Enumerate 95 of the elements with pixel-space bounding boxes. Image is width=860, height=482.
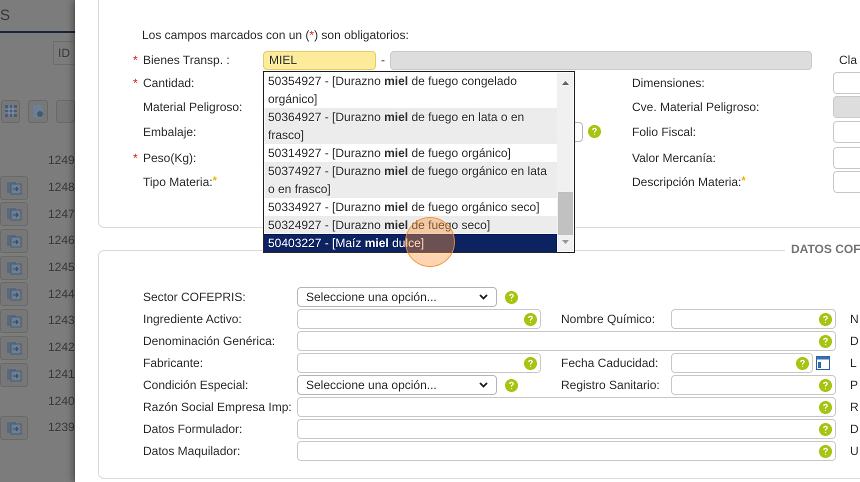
input-field[interactable] <box>671 353 813 373</box>
field-label: L <box>850 356 858 370</box>
help-icon[interactable] <box>524 357 537 370</box>
field-label: Valor Mercanía: <box>632 151 717 165</box>
required-mark: * <box>741 175 746 187</box>
copy-icon[interactable] <box>0 282 28 306</box>
input-field[interactable] <box>671 309 836 329</box>
field-label: Fecha Caducidad: <box>561 356 660 370</box>
row-id: 1242 <box>48 340 75 354</box>
row-id: 1239 <box>48 420 75 434</box>
caret-icon <box>479 294 488 300</box>
toolbar-button[interactable] <box>56 100 75 122</box>
field-label: Cantidad: <box>143 76 196 90</box>
calendar-icon[interactable] <box>816 356 830 370</box>
field-label: Cla <box>838 53 858 67</box>
copy-icon[interactable] <box>0 229 28 254</box>
column-header: ID <box>53 41 74 65</box>
field-label: Peso(Kg): <box>143 151 198 165</box>
field-label: Sector COFEPRIS: <box>143 290 247 304</box>
row-id: 1247 <box>48 206 75 221</box>
field-label: Datos Maquilador: <box>143 444 242 458</box>
calculator-icon[interactable] <box>1 100 20 122</box>
input-field[interactable] <box>297 441 836 461</box>
row-id: 1243 <box>48 313 75 328</box>
help-icon[interactable] <box>505 290 518 304</box>
input-field[interactable] <box>297 331 836 351</box>
copy-icon[interactable] <box>0 309 28 334</box>
field-label: N <box>850 312 860 326</box>
section-heading: DATOS COF <box>785 242 860 256</box>
copy-icon[interactable] <box>0 362 28 386</box>
field-label: D <box>850 334 860 348</box>
field-label: Nombre Químico: <box>561 312 656 326</box>
copy-icon[interactable] <box>0 256 28 280</box>
required-mark: * <box>133 151 139 165</box>
field-label: P <box>850 378 860 392</box>
suggestion-list[interactable] <box>263 71 575 253</box>
required-mark: * <box>133 76 139 90</box>
row-id: 1241 <box>48 366 75 381</box>
help-icon[interactable] <box>819 313 832 326</box>
help-icon[interactable] <box>505 378 518 392</box>
field-label: Dimensiones: <box>632 76 706 90</box>
field-label: Bienes Transp. : <box>143 53 231 67</box>
help-icon[interactable] <box>819 335 832 348</box>
field-label: Datos Formulador: <box>143 422 244 436</box>
field-label: Fabricante: <box>143 356 204 370</box>
row-id: 1249 <box>48 153 75 168</box>
field-label: Ingrediente Activo: <box>143 312 243 326</box>
field-label: R <box>850 400 860 414</box>
suggestion-item[interactable]: 50334927 - [Durazno miel de fuego orgánico seco] <box>264 198 557 216</box>
document-icon[interactable] <box>28 100 48 122</box>
required-note: Los campos marcados con un (*) son obligatorios: <box>142 28 410 44</box>
input-field[interactable] <box>297 309 541 329</box>
copy-icon[interactable] <box>0 416 28 440</box>
help-icon[interactable] <box>819 401 832 414</box>
input-field[interactable] <box>671 375 836 395</box>
copy-icon[interactable] <box>0 176 28 200</box>
input-field[interactable] <box>297 397 836 417</box>
select-field[interactable] <box>575 122 583 142</box>
field-label: U <box>850 444 860 458</box>
field-label: Condición Especial: <box>143 378 250 392</box>
page-title: S <box>0 7 10 24</box>
goods-input[interactable]: MIEL <box>263 50 376 70</box>
separator: - <box>381 53 385 67</box>
help-icon[interactable] <box>524 313 537 326</box>
suggestion-item[interactable]: 50314927 - [Durazno miel de fuego orgánico] <box>264 144 557 162</box>
field-label: Embalaje: <box>143 124 198 138</box>
field-label: Cve. Material Peligroso: <box>632 100 760 114</box>
row-id: 1245 <box>48 260 75 274</box>
caret-icon <box>479 382 488 388</box>
required-mark: * <box>133 53 139 67</box>
scrollbar[interactable] <box>557 72 574 252</box>
input-field[interactable] <box>297 419 836 439</box>
field-label: D <box>850 422 860 436</box>
select-field[interactable]: Seleccione una opción... <box>297 375 497 395</box>
field-label: Registro Sanitario: <box>561 378 661 392</box>
field-label: Razón Social Empresa Imp: <box>143 400 293 414</box>
help-icon[interactable] <box>819 445 832 458</box>
select-field[interactable]: Seleccione una opción... <box>297 287 497 307</box>
help-icon[interactable] <box>819 423 832 436</box>
input-field[interactable] <box>297 353 541 373</box>
copy-icon[interactable] <box>0 336 28 360</box>
row-id: 1244 <box>48 286 75 301</box>
field-label: Tipo Materia:* <box>143 175 218 189</box>
field-label: Denominación Genérica: <box>143 334 276 348</box>
row-id: 1240 <box>48 394 75 408</box>
copy-icon[interactable] <box>0 202 28 226</box>
field-label: Material Peligroso: <box>143 100 244 114</box>
row-id: 1246 <box>48 233 75 248</box>
field-label: Folio Fiscal: <box>632 124 698 138</box>
help-icon[interactable] <box>588 125 601 138</box>
help-icon[interactable] <box>819 379 832 392</box>
help-icon[interactable] <box>796 357 809 370</box>
required-mark: * <box>212 175 217 187</box>
field-label: Descripción Materia:* <box>632 175 747 189</box>
row-id: 1248 <box>48 180 75 194</box>
